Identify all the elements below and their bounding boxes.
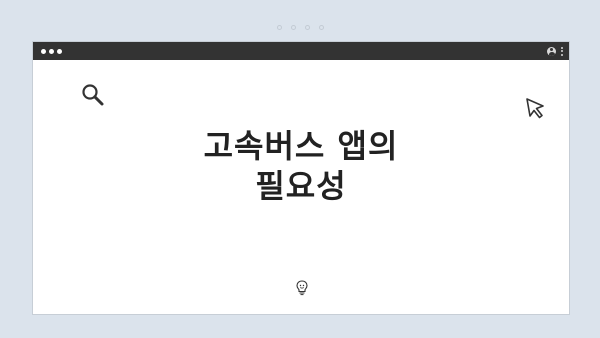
user-icon[interactable] [547, 46, 556, 56]
pagination-dots [0, 25, 600, 30]
browser-window: 고속버스 앱의 필요성 [32, 41, 570, 315]
page-dot [290, 25, 296, 30]
window-control-dot[interactable] [49, 48, 54, 54]
window-control-dot[interactable] [57, 48, 62, 54]
lightbulb-icon [296, 280, 308, 296]
page-dot [304, 25, 310, 30]
page-dot [276, 25, 282, 30]
window-titlebar [33, 42, 569, 60]
cursor-pointer-icon [526, 98, 544, 119]
page-title-line2: 필요성 [255, 167, 347, 205]
page-title: 고속버스 앱의 필요성 [33, 126, 569, 206]
search-icon [82, 84, 104, 106]
page-title-line1: 고속버스 앱의 [203, 127, 399, 165]
window-control-dot[interactable] [41, 48, 46, 54]
window-controls [41, 48, 62, 54]
titlebar-actions [547, 46, 563, 56]
kebab-menu-icon[interactable] [561, 46, 563, 56]
page-dot [318, 25, 324, 30]
